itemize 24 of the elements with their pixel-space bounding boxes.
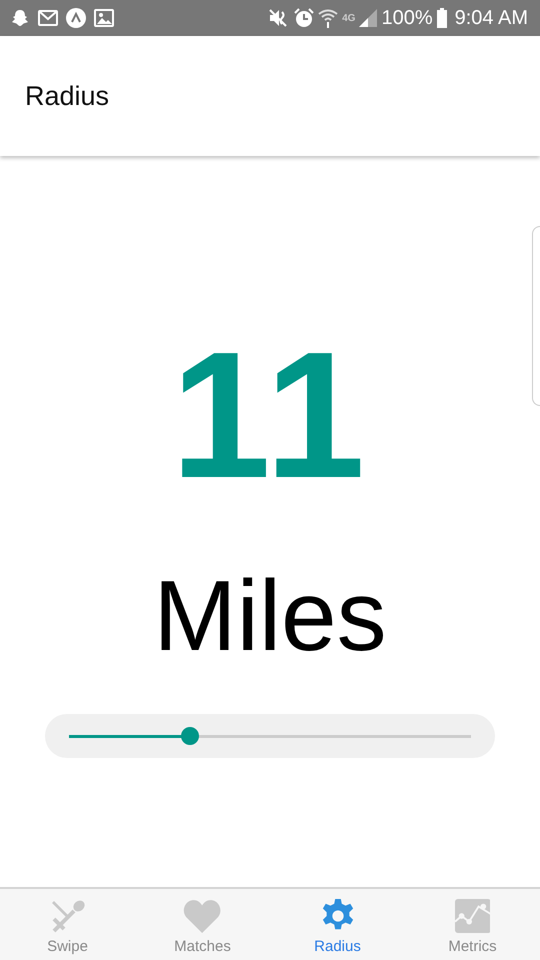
nav-tab[interactable]: Matches [135,889,270,960]
slider-thumb[interactable] [180,727,199,745]
battery-icon [436,8,447,28]
chart-icon [454,899,490,933]
signal-icon [359,9,378,27]
clock-time: 9:04 AM [454,8,528,28]
screen-title: Radius [25,80,110,113]
heart-icon [183,899,222,933]
nav-tab[interactable]: Radius [270,889,405,960]
network-label: 4G [342,12,356,26]
wifi-icon [318,8,338,28]
nav-tab[interactable]: Metrics [405,889,540,960]
battery-percent: 100% [381,8,433,28]
mail-icon [38,10,58,26]
alarm-icon [294,8,314,28]
edge-handle[interactable] [532,226,540,406]
radius-unit: Miles [153,566,387,666]
radius-value: 11 [170,326,370,506]
ghost-icon [10,8,30,28]
app-icon [66,8,86,28]
radius-slider[interactable] [45,714,495,758]
utensils-icon [50,899,86,933]
nav-tab[interactable]: Swipe [0,889,135,960]
image-icon [94,9,114,27]
